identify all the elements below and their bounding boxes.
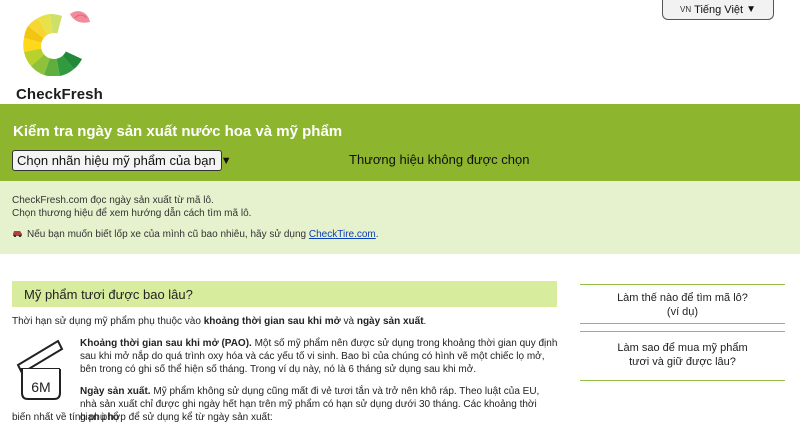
pao-paragraph: Khoảng thời gian sau khi mở (PAO). Một s… xyxy=(80,337,558,376)
intro-text: . xyxy=(423,316,427,327)
brand-select-label: Chọn nhãn hiệu mỹ phẩm của bạn xyxy=(17,153,216,168)
language-selector[interactable]: VN Tiếng Việt ▼ xyxy=(662,0,774,20)
intro-text: và xyxy=(340,316,357,327)
sidebar-link-label: Làm sao để mua mỹ phẩm xyxy=(617,342,748,354)
car-icon xyxy=(12,229,24,239)
sidebar-link-label: tươi và giữ được lâu? xyxy=(629,356,736,368)
section-header: Mỹ phẩm tươi được bao lâu? xyxy=(12,281,557,307)
sidebar-link-label: Làm thế nào để tìm mã lô? xyxy=(617,292,748,304)
logo[interactable]: CheckFresh xyxy=(14,8,104,103)
intro-bold-pao: khoảng thời gian sau khi mở xyxy=(203,316,341,327)
chevron-down-icon: ▼ xyxy=(746,4,756,15)
checktire-link[interactable]: CheckTire.com xyxy=(309,229,376,240)
info-line: Chọn thương hiệu để xem hướng dẫn cách t… xyxy=(12,208,252,219)
sidebar-link-buy-fresh[interactable]: Làm sao để mua mỹ phẩm tươi và giữ được … xyxy=(580,331,785,381)
sidebar-link-find-batch-code[interactable]: Làm thế nào để tìm mã lô? (ví dụ) xyxy=(580,284,785,324)
production-date-paragraph-cont: biến nhất về tính phù hợp để sử dụng kể … xyxy=(12,412,273,423)
intro-paragraph: Thời hạn sử dụng mỹ phẩm phụ thuộc vào k… xyxy=(12,315,560,328)
logo-flower-icon xyxy=(23,11,90,76)
pao-jar-icon: 6M xyxy=(12,337,70,401)
intro-text: Thời hạn sử dụng mỹ phẩm phụ thuộc vào xyxy=(12,316,204,327)
language-label: Tiếng Việt xyxy=(694,3,744,16)
sidebar-link-label: (ví dụ) xyxy=(666,306,699,318)
brand-select-button[interactable]: Chọn nhãn hiệu mỹ phẩm của bạn ▼ xyxy=(12,150,232,171)
production-date-heading: Ngày sản xuất. xyxy=(80,386,151,397)
info-panel: CheckFresh.com đọc ngày sản xuất từ mã l… xyxy=(0,181,800,254)
logo-text: CheckFresh xyxy=(16,86,103,103)
brand-status-text: Thương hiệu không được chọn xyxy=(349,152,530,167)
info-line: CheckFresh.com đọc ngày sản xuất từ mã l… xyxy=(12,195,214,206)
promo-end: . xyxy=(375,229,379,240)
page-title: Kiểm tra ngày sản xuất nước hoa và mỹ ph… xyxy=(13,123,343,140)
checktire-promo: Nếu bạn muốn biết lốp xe của mình cũ bao… xyxy=(12,229,379,240)
promo-text: Nếu bạn muốn biết lốp xe của mình cũ bao… xyxy=(27,229,309,240)
header: CheckFresh VN Tiếng Việt ▼ xyxy=(0,0,800,104)
pao-heading: Khoảng thời gian sau khi mở (PAO). xyxy=(80,338,252,349)
pao-label: 6M xyxy=(31,379,50,395)
section-title: Mỹ phẩm tươi được bao lâu? xyxy=(24,287,193,302)
brand-selection-band: Kiểm tra ngày sản xuất nước hoa và mỹ ph… xyxy=(0,104,800,181)
chevron-down-icon: ▼ xyxy=(220,154,232,167)
language-code: VN xyxy=(680,5,692,14)
intro-bold-date: ngày sản xuất xyxy=(356,316,424,327)
